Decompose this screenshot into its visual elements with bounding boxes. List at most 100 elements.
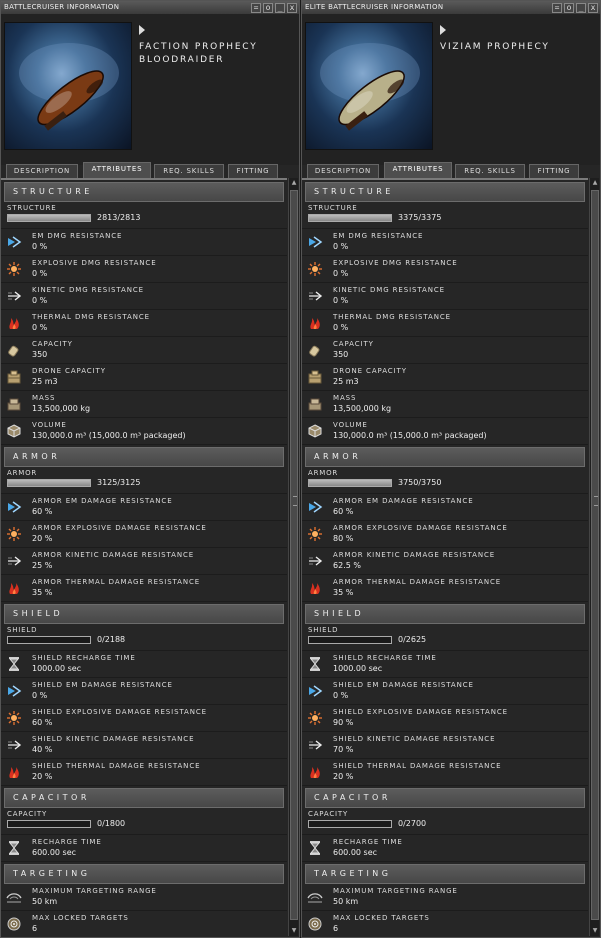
- attribute-value: 0 %: [32, 691, 48, 700]
- close-button[interactable]: x: [588, 3, 598, 13]
- menu-button[interactable]: =: [552, 3, 562, 13]
- scroll-grip: [293, 496, 297, 506]
- scroll-up-arrow[interactable]: ▲: [591, 179, 599, 187]
- attribute-row[interactable]: ARMOR THERMAL DAMAGE RESISTANCE 35 %: [1, 575, 287, 602]
- section-header-capacitor[interactable]: CAPACITOR: [4, 788, 284, 808]
- tab-description[interactable]: DESCRIPTION: [307, 164, 379, 178]
- section-header-targeting[interactable]: TARGETING: [4, 864, 284, 884]
- attribute-row[interactable]: ARMOR EXPLOSIVE DAMAGE RESISTANCE 80 %: [302, 521, 588, 548]
- attribute-row[interactable]: VOLUME 130,000.0 m³ (15,000.0 m³ packaged…: [302, 418, 588, 445]
- window-controls: = o _ x: [251, 3, 297, 13]
- attribute-row[interactable]: ARMOR EM DAMAGE RESISTANCE 60 %: [1, 494, 287, 521]
- scroll-thumb[interactable]: [290, 190, 298, 920]
- scroll-down-arrow[interactable]: ▼: [591, 927, 599, 935]
- attribute-row[interactable]: SHIELD THERMAL DAMAGE RESISTANCE 20 %: [302, 759, 588, 786]
- attribute-row[interactable]: SHIELD EM DAMAGE RESISTANCE 0 %: [1, 678, 287, 705]
- section-header-armor[interactable]: ARMOR: [4, 447, 284, 467]
- tab-req-skills[interactable]: REQ. SKILLS: [154, 164, 224, 178]
- section-header-targeting[interactable]: TARGETING: [305, 864, 585, 884]
- play-icon[interactable]: [440, 25, 446, 35]
- scroll-up-arrow[interactable]: ▲: [290, 179, 298, 187]
- scroll-thumb[interactable]: [591, 190, 599, 920]
- explosive-resist-icon: [307, 710, 323, 726]
- attribute-value: 0 %: [333, 296, 349, 305]
- menu-button[interactable]: =: [251, 3, 261, 13]
- attribute-label: RECHARGE TIME: [32, 838, 102, 846]
- play-icon[interactable]: [139, 25, 145, 35]
- locked-targets-icon: [307, 916, 323, 932]
- kinetic-resist-icon: [307, 553, 323, 569]
- attribute-row[interactable]: SHIELD EM DAMAGE RESISTANCE 0 %: [302, 678, 588, 705]
- attribute-row[interactable]: EM DMG RESISTANCE 0 %: [302, 229, 588, 256]
- tab-fitting[interactable]: FITTING: [228, 164, 278, 178]
- attribute-row[interactable]: KINETIC DMG RESISTANCE 0 %: [1, 283, 287, 310]
- attribute-row[interactable]: MAXIMUM TARGETING RANGE 50 km: [1, 884, 287, 911]
- attribute-row[interactable]: MASS 13,500,000 kg: [302, 391, 588, 418]
- volume-icon: [307, 423, 323, 439]
- minimize-button[interactable]: _: [275, 3, 285, 13]
- attribute-row[interactable]: SHIELD EXPLOSIVE DAMAGE RESISTANCE 90 %: [302, 705, 588, 732]
- ship-header: VIZIAM PROPHECY: [302, 15, 600, 165]
- tab-req-skills[interactable]: REQ. SKILLS: [455, 164, 525, 178]
- attribute-label: SHIELD EM DAMAGE RESISTANCE: [32, 681, 173, 689]
- attribute-value: 70 %: [333, 745, 354, 754]
- attribute-row[interactable]: VOLUME 130,000.0 m³ (15,000.0 m³ packaged…: [1, 418, 287, 445]
- pin-button[interactable]: o: [564, 3, 574, 13]
- attribute-row[interactable]: THERMAL DMG RESISTANCE 0 %: [302, 310, 588, 337]
- tab-attributes[interactable]: ATTRIBUTES: [83, 162, 151, 178]
- attribute-row[interactable]: RECHARGE TIME 600.00 sec: [302, 835, 588, 862]
- attribute-row[interactable]: SHIELD RECHARGE TIME 1000.00 sec: [302, 651, 588, 678]
- tab-attributes[interactable]: ATTRIBUTES: [384, 162, 452, 178]
- section-header-armor[interactable]: ARMOR: [305, 447, 585, 467]
- attribute-row[interactable]: ARMOR KINETIC DAMAGE RESISTANCE 62.5 %: [302, 548, 588, 575]
- attribute-row[interactable]: CAPACITY 350: [302, 337, 588, 364]
- attribute-row[interactable]: RECHARGE TIME 600.00 sec: [1, 835, 287, 862]
- ship-image: [305, 22, 433, 150]
- scroll-down-arrow[interactable]: ▼: [290, 927, 298, 935]
- attribute-row[interactable]: MAX LOCKED TARGETS 6: [1, 911, 287, 936]
- attribute-row[interactable]: EXPLOSIVE DMG RESISTANCE 0 %: [1, 256, 287, 283]
- attribute-row[interactable]: MASS 13,500,000 kg: [1, 391, 287, 418]
- attribute-row[interactable]: ARMOR KINETIC DAMAGE RESISTANCE 25 %: [1, 548, 287, 575]
- attribute-value: 0 %: [32, 269, 48, 278]
- attribute-row[interactable]: DRONE CAPACITY 25 m3: [302, 364, 588, 391]
- tab-fitting[interactable]: FITTING: [529, 164, 579, 178]
- vertical-scrollbar[interactable]: ▲ ▼: [589, 178, 599, 936]
- attribute-row[interactable]: ARMOR EM DAMAGE RESISTANCE 60 %: [302, 494, 588, 521]
- attribute-row[interactable]: MAXIMUM TARGETING RANGE 50 km: [302, 884, 588, 911]
- shield-bar-row: SHIELD 0/2625: [302, 624, 588, 651]
- attribute-value: 40 %: [32, 745, 53, 754]
- attribute-row[interactable]: KINETIC DMG RESISTANCE 0 %: [302, 283, 588, 310]
- attribute-label: ARMOR EM DAMAGE RESISTANCE: [333, 497, 474, 505]
- vertical-scrollbar[interactable]: ▲ ▼: [288, 178, 298, 936]
- attribute-row[interactable]: ARMOR THERMAL DAMAGE RESISTANCE 35 %: [302, 575, 588, 602]
- tab-description[interactable]: DESCRIPTION: [6, 164, 78, 178]
- section-header-structure[interactable]: STRUCTURE: [305, 182, 585, 202]
- capacitor-gauge: [308, 820, 392, 828]
- pin-button[interactable]: o: [263, 3, 273, 13]
- attribute-row[interactable]: SHIELD EXPLOSIVE DAMAGE RESISTANCE 60 %: [1, 705, 287, 732]
- section-header-structure[interactable]: STRUCTURE: [4, 182, 284, 202]
- attribute-row[interactable]: SHIELD KINETIC DAMAGE RESISTANCE 70 %: [302, 732, 588, 759]
- attribute-row[interactable]: SHIELD THERMAL DAMAGE RESISTANCE 20 %: [1, 759, 287, 786]
- attribute-row[interactable]: DRONE CAPACITY 25 m3: [1, 364, 287, 391]
- section-header-shield[interactable]: SHIELD: [4, 604, 284, 624]
- attribute-value: 3125/3125: [97, 478, 141, 487]
- attribute-value: 6: [32, 924, 38, 933]
- thermal-resist-icon: [6, 764, 22, 780]
- attribute-row[interactable]: SHIELD KINETIC DAMAGE RESISTANCE 40 %: [1, 732, 287, 759]
- attribute-row[interactable]: EM DMG RESISTANCE 0 %: [1, 229, 287, 256]
- section-header-capacitor[interactable]: CAPACITOR: [305, 788, 585, 808]
- window-title-bar[interactable]: BATTLECRUISER INFORMATION = o _ x: [1, 1, 299, 15]
- window-title-bar[interactable]: ELITE BATTLECRUISER INFORMATION = o _ x: [302, 1, 600, 15]
- close-button[interactable]: x: [287, 3, 297, 13]
- attribute-row[interactable]: ARMOR EXPLOSIVE DAMAGE RESISTANCE 20 %: [1, 521, 287, 548]
- attribute-row[interactable]: THERMAL DMG RESISTANCE 0 %: [1, 310, 287, 337]
- attribute-row[interactable]: SHIELD RECHARGE TIME 1000.00 sec: [1, 651, 287, 678]
- minimize-button[interactable]: _: [576, 3, 586, 13]
- attribute-row[interactable]: MAX LOCKED TARGETS 6: [302, 911, 588, 936]
- section-header-shield[interactable]: SHIELD: [305, 604, 585, 624]
- attribute-row[interactable]: CAPACITY 350: [1, 337, 287, 364]
- window-controls: = o _ x: [552, 3, 598, 13]
- attribute-row[interactable]: EXPLOSIVE DMG RESISTANCE 0 %: [302, 256, 588, 283]
